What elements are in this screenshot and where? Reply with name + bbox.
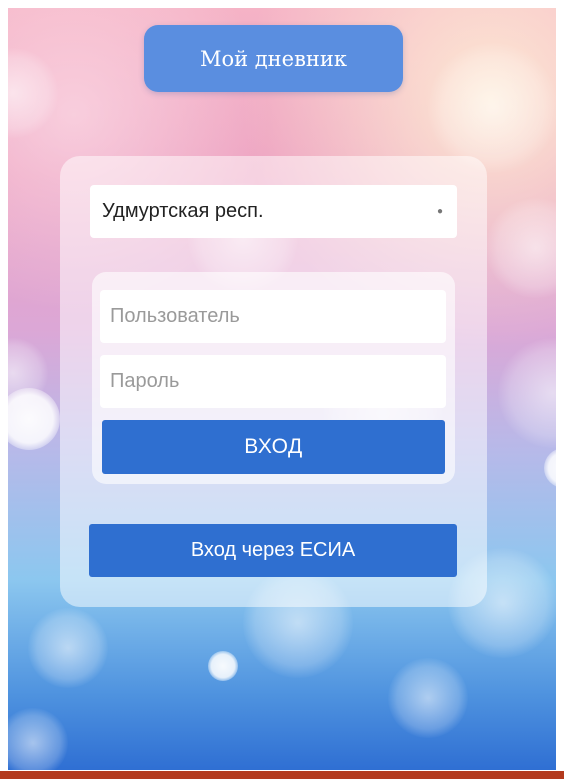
- background-bokeh: [498, 338, 556, 448]
- dropdown-arrow-icon: ●: [436, 206, 443, 217]
- background-bokeh: [428, 43, 556, 173]
- background-bokeh: [28, 608, 108, 688]
- esia-login-button[interactable]: Вход через ЕСИА: [89, 524, 457, 577]
- background-bokeh: [208, 651, 238, 681]
- app-title: Мой дневник: [199, 46, 348, 71]
- region-select[interactable]: Удмуртская респ. ●: [90, 185, 457, 238]
- username-field[interactable]: [100, 290, 446, 343]
- background-bokeh: [8, 708, 68, 770]
- background-bokeh: [8, 338, 48, 408]
- region-select-value: Удмуртская респ.: [102, 200, 264, 222]
- background-bokeh: [8, 388, 60, 450]
- background-bokeh: [486, 198, 556, 298]
- background-bokeh: [388, 658, 468, 738]
- background-bokeh: [8, 48, 58, 138]
- background-bokeh: [544, 448, 556, 488]
- login-button[interactable]: ВХОД: [102, 420, 445, 474]
- title-banner: Мой дневник: [144, 25, 403, 92]
- password-field[interactable]: [100, 355, 446, 408]
- bottom-bar: [0, 771, 564, 779]
